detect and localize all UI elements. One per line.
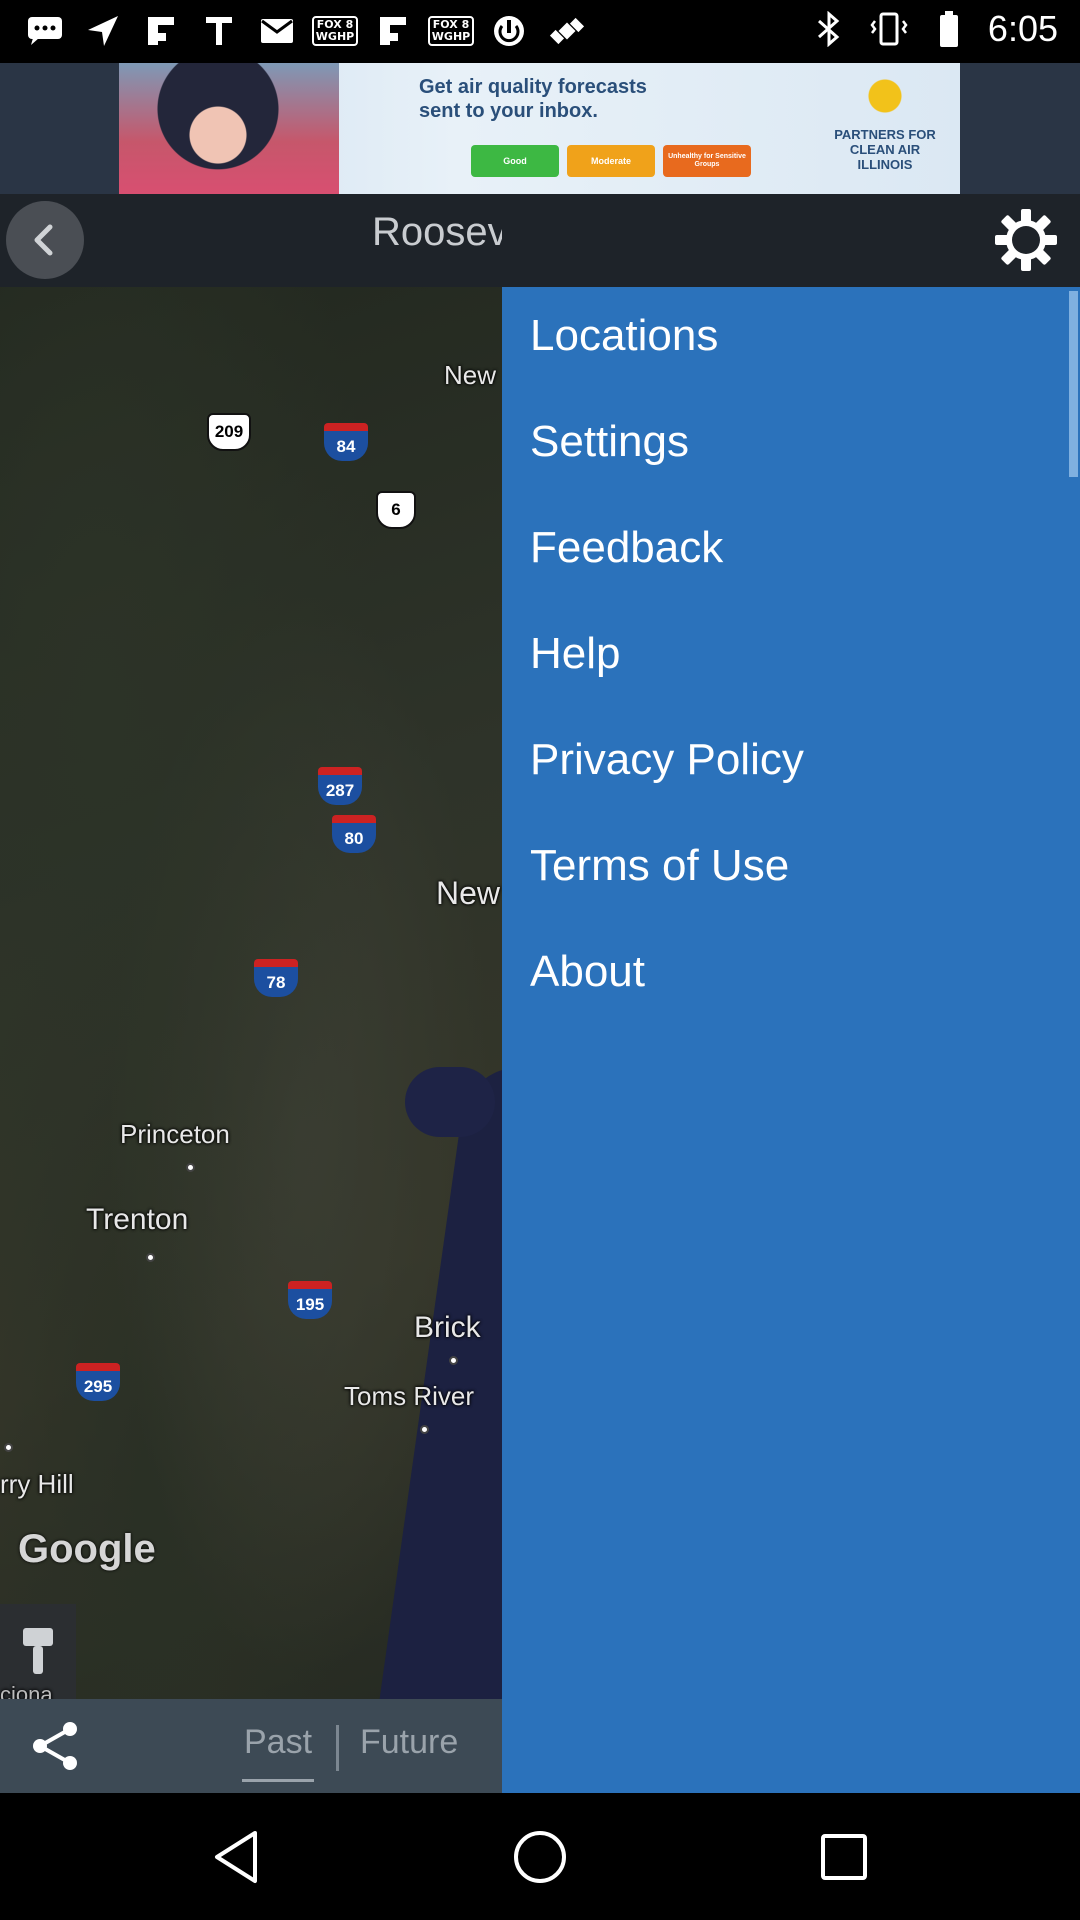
map-label-bottom-edge: ciona bbox=[0, 1682, 53, 1699]
map-dot-trenton bbox=[146, 1253, 155, 1262]
ad-headline: Get air quality forecasts sent to your i… bbox=[419, 76, 647, 122]
mail-icon bbox=[256, 10, 298, 52]
fox8-icon: FOX 8 WGHP bbox=[427, 10, 475, 52]
nav-home-button[interactable] bbox=[502, 1819, 578, 1895]
map-label-new-south: New bbox=[436, 875, 501, 911]
drawer-scrollbar[interactable] bbox=[1069, 291, 1078, 477]
route-shield-6: 6 bbox=[376, 491, 416, 529]
flipboard-icon bbox=[372, 10, 414, 52]
back-icon bbox=[215, 1831, 257, 1883]
route-shield-84: 84 bbox=[324, 423, 368, 461]
ad-buttons: Good Moderate Unhealthy for Sensitive Gr… bbox=[471, 145, 751, 177]
radar-map[interactable]: New New Princeton Trenton Brick Toms Riv… bbox=[0, 287, 502, 1699]
route-shield-295: 295 bbox=[76, 1363, 120, 1401]
clock: 6:05 bbox=[987, 8, 1058, 49]
satellite-icon bbox=[546, 10, 588, 52]
navigation-icon bbox=[82, 10, 124, 52]
share-icon bbox=[33, 1722, 77, 1770]
google-attribution: Google bbox=[18, 1527, 156, 1571]
tab-future[interactable]: Future bbox=[360, 1723, 458, 1762]
power-icon bbox=[488, 10, 530, 52]
route-shield-195: 195 bbox=[288, 1281, 332, 1319]
battery-icon bbox=[928, 8, 970, 50]
menu-item-settings[interactable]: Settings bbox=[530, 417, 689, 467]
settings-button[interactable] bbox=[990, 204, 1062, 276]
map-ocean bbox=[372, 1059, 502, 1699]
route-shield-80: 80 bbox=[332, 815, 376, 853]
nav-recents-button[interactable] bbox=[806, 1819, 882, 1895]
font-icon bbox=[198, 10, 240, 52]
location-title: Roosev bbox=[372, 210, 502, 254]
flipboard-icon bbox=[140, 10, 182, 52]
map-label-cherry-hill: rry Hill bbox=[0, 1469, 74, 1499]
menu-item-locations[interactable]: Locations bbox=[530, 311, 718, 361]
menu-item-terms-of-use[interactable]: Terms of Use bbox=[530, 841, 789, 891]
system-icons: 6:05 bbox=[808, 8, 1058, 50]
ad-button-moderate[interactable]: Moderate bbox=[567, 145, 655, 177]
map-bay bbox=[405, 1067, 495, 1137]
menu-item-about[interactable]: About bbox=[530, 947, 645, 997]
menu-item-privacy-policy[interactable]: Privacy Policy bbox=[530, 735, 804, 785]
timeline-bar: Past Future bbox=[0, 1699, 502, 1793]
map-label-brick: Brick bbox=[414, 1311, 481, 1344]
ad-button-unhealthy[interactable]: Unhealthy for Sensitive Groups bbox=[663, 145, 751, 177]
home-icon bbox=[514, 1831, 566, 1883]
route-shield-209: 209 bbox=[207, 413, 251, 451]
tab-divider bbox=[336, 1725, 339, 1771]
sun-icon bbox=[860, 71, 910, 121]
chat-icon bbox=[24, 10, 66, 52]
map-dot-toms-river bbox=[420, 1425, 429, 1434]
ad-banner[interactable]: Get air quality forecasts sent to your i… bbox=[119, 63, 960, 194]
route-shield-287: 287 bbox=[318, 767, 362, 805]
ad-logo: PARTNERS FOR CLEAN AIR ILLINOIS bbox=[830, 69, 940, 189]
vibrate-icon bbox=[868, 8, 910, 50]
system-nav-bar bbox=[0, 1793, 1080, 1920]
tab-past[interactable]: Past bbox=[244, 1723, 312, 1762]
share-button[interactable] bbox=[22, 1713, 88, 1779]
route-shield-78: 78 bbox=[254, 959, 298, 997]
ad-image bbox=[119, 63, 339, 194]
status-bar: FOX 8 WGHP FOX 8 WGHP 6:05 bbox=[0, 0, 1080, 63]
recents-icon bbox=[821, 1834, 867, 1880]
map-label-princeton: Princeton bbox=[120, 1119, 230, 1149]
map-label-trenton: Trenton bbox=[86, 1203, 189, 1236]
header-bar: Roosev bbox=[0, 194, 1080, 287]
notification-icons: FOX 8 WGHP FOX 8 WGHP bbox=[24, 10, 588, 52]
chevron-left-icon bbox=[34, 224, 53, 256]
map-dot-princeton bbox=[186, 1163, 195, 1172]
menu-item-help[interactable]: Help bbox=[530, 629, 621, 679]
fox8-icon: FOX 8 WGHP bbox=[311, 10, 359, 52]
back-button[interactable] bbox=[6, 201, 84, 279]
ad-button-good[interactable]: Good bbox=[471, 145, 559, 177]
map-label-toms-river: Toms River bbox=[344, 1381, 475, 1411]
ad-logo-text: PARTNERS FOR CLEAN AIR ILLINOIS bbox=[834, 127, 936, 172]
tab-past-indicator bbox=[242, 1779, 314, 1782]
nav-back-button[interactable] bbox=[198, 1819, 274, 1895]
map-dot-west bbox=[4, 1443, 13, 1452]
legend-key-icon bbox=[23, 1627, 53, 1674]
gear-icon bbox=[995, 209, 1057, 271]
bluetooth-icon bbox=[808, 8, 850, 50]
map-label-new-north: New bbox=[444, 360, 497, 390]
overflow-menu-drawer: Locations Settings Feedback Help Privacy… bbox=[502, 287, 1080, 1793]
menu-item-feedback[interactable]: Feedback bbox=[530, 523, 723, 573]
map-dot-brick bbox=[449, 1356, 458, 1365]
